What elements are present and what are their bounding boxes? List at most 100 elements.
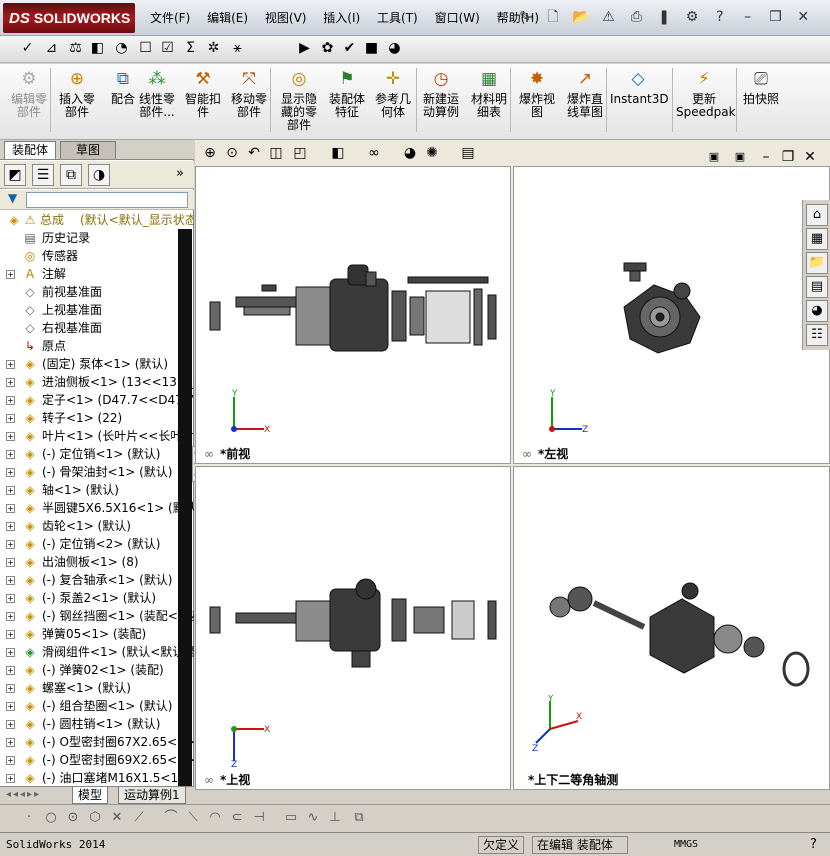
viewport-close-icon[interactable]: ✕ [801,148,819,166]
tree-item[interactable]: + ◈ (-) 骨架油封<1> (默认) [0,463,194,481]
minimize-icon[interactable]: – [739,8,757,26]
expand-toggle-icon[interactable]: + [6,576,15,585]
tree-item[interactable]: + ◈ 定子<1> (D47.7<<D47.7>_外 [0,391,194,409]
tab-motion-study[interactable]: 运动算例1 [118,787,186,804]
tree-item[interactable]: + ◈ (-) 定位销<2> (默认) [0,535,194,553]
expand-toggle-icon[interactable]: + [6,432,15,441]
status-units[interactable]: MMGS [670,836,702,854]
restore-icon[interactable]: ❐ [766,8,784,26]
tree-item[interactable]: + ◈ 出油侧板<1> (8) [0,553,194,571]
rectangle-icon[interactable]: ▭ [282,809,300,827]
expand-toggle-icon[interactable]: + [6,396,15,405]
tree-item[interactable]: + ◈ 进油侧板<1> (13<<13>_外观 [0,373,194,391]
clearance-icon[interactable]: ✲ [204,39,223,58]
pin-icon[interactable]: ✎ [516,8,534,26]
tree-item[interactable]: + ◈ (-) 钢丝挡圈<1> (装配<<装 [0,607,194,625]
tree-item[interactable]: + ◈ 螺塞<1> (默认) [0,679,194,697]
quick-snap-icon[interactable]: ⧉ [350,809,368,827]
edit-appearance-icon[interactable]: ◕ [401,144,419,162]
large-assembly-icon[interactable]: ▶ [295,39,314,58]
tree-item[interactable]: + ◈ (-) 复合轴承<1> (默认) [0,571,194,589]
viewport-restore-icon[interactable]: ❐ [779,148,797,166]
expand-toggle-icon[interactable]: + [6,468,15,477]
command-reference-geometry-button[interactable]: ✛ 参考几 何体 [370,68,416,119]
expand-toggle-icon[interactable]: + [6,378,15,387]
expand-chevron-icon[interactable]: » [176,166,184,181]
tree-item[interactable]: ▤ 历史记录 [0,229,194,247]
slot-icon[interactable]: ⊂ [228,809,246,827]
viewport-dual-icon[interactable]: ▣ [731,148,749,166]
tree-item[interactable]: ◇ 右视基准面 [0,319,194,337]
assembly-visualization-icon[interactable]: ✿ [318,39,337,58]
tab-sketch[interactable]: 草图 [60,141,116,159]
command-linear-pattern-button[interactable]: ⁂ 线性零 部件... [134,68,180,119]
appearance-icon[interactable]: ◕ [385,39,404,58]
tree-item[interactable]: + A 注解 [0,265,194,283]
property-manager-tab-icon[interactable]: ☰ [32,164,54,186]
menu-window[interactable]: 窗口(W) [435,9,480,26]
viewport-single-icon[interactable]: ▣ [705,148,723,166]
command-insert-component-button[interactable]: ⊕ 插入零 部件 [54,68,100,119]
tree-item[interactable]: + ◈ (-) O型密封圈69X2.65<1> [0,751,194,769]
viewport-minimize-icon[interactable]: – [757,148,775,166]
solidworks-logo[interactable]: DS SOLIDWORKS [3,3,135,33]
tab-model[interactable]: 模型 [72,787,109,804]
target-icon[interactable]: ⊙ [64,809,82,827]
tree-item[interactable]: ↳ 原点 [0,337,194,355]
menu-file[interactable]: 文件(F) [150,9,190,26]
check-mark-icon[interactable]: ✔ [340,39,359,58]
spellcheck-icon[interactable]: ✓ [18,39,37,58]
previous-view-icon[interactable]: ↶ [245,144,263,162]
expand-toggle-icon[interactable]: + [6,558,15,567]
hole-alignment-icon[interactable]: ⚹ [228,39,247,58]
menu-insert[interactable]: 插入(I) [323,9,360,26]
circle-icon[interactable]: ○ [42,809,60,827]
new-document-icon[interactable]: 🗋 [544,8,562,26]
custom-properties-icon[interactable]: ☷ [806,324,828,346]
command-assembly-feature-button[interactable]: ⚑ 装配体 特征 [324,68,370,119]
polygon-icon[interactable]: ⬡ [86,809,104,827]
tree-item[interactable]: + ◈ (-) 圆柱销<1> (默认) [0,715,194,733]
tab-scroll-arrows-icon[interactable]: ◂◂◂▸▸ [6,789,41,800]
arc-icon[interactable]: ◠ [206,809,224,827]
display-manager-tab-icon[interactable]: ◑ [88,164,110,186]
viewport-front[interactable]: Y X ∞ *前视 [195,166,511,464]
filter-input[interactable] [26,192,188,208]
open-folder-icon[interactable]: 📂 [572,8,590,26]
mirror-icon[interactable]: ⟋ [130,809,148,827]
expand-toggle-icon[interactable]: + [6,774,15,783]
command-smart-fastener-button[interactable]: ⚒ 智能扣 件 [180,68,226,119]
command-move-component-button[interactable]: ⤧ 移动零 部件 [226,68,272,119]
sketch-point-icon[interactable]: · [20,809,38,827]
help-icon[interactable]: ? [711,8,729,26]
expand-toggle-icon[interactable]: + [6,594,15,603]
help-icon[interactable]: ? [806,836,821,854]
relation-icon[interactable]: ⊥ [326,809,344,827]
close-icon[interactable]: ✕ [794,8,812,26]
command-speedpak-button[interactable]: ⚡ 更新 Speedpak [676,68,736,119]
tree-item[interactable]: + ◈ (-) 组合垫圈<1> (默认) [0,697,194,715]
tab-assembly[interactable]: 装配体 [4,141,57,159]
hide-show-icon[interactable]: ∞ [365,144,383,162]
tree-item[interactable]: + ◈ (固定) 泵体<1> (默认) [0,355,194,373]
tree-item[interactable]: + ◈ 滑阀组件<1> (默认<默认_显 [0,643,194,661]
expand-toggle-icon[interactable]: + [6,504,15,513]
expand-toggle-icon[interactable]: + [6,630,15,639]
tree-item[interactable]: + ◈ (-) O型密封圈67X2.65<2> [0,733,194,751]
tree-item[interactable]: + ◈ (-) 定位销<1> (默认) [0,445,194,463]
graphics-area[interactable]: ⊕ ⊙ ↶ ◫ ◰ ◧ ∞ ◕ ✺ ▤ ▣ ▣ – ❐ ✕ Y X ∞ *前视 … [195,140,830,790]
tree-item[interactable]: ◎ 传感器 [0,247,194,265]
line-icon[interactable]: ⟍ [184,809,202,827]
check-icon[interactable]: ☐ [136,39,155,58]
tree-item[interactable]: + ◈ (-) 油口塞堵M16X1.5<1> [0,769,194,786]
expand-toggle-icon[interactable]: + [6,648,15,657]
print-icon[interactable]: ⎙ [627,8,645,26]
tree-root[interactable]: ◈ ⚠ 总成 (默认<默认_显示状态 [0,211,194,229]
tree-item[interactable]: + ◈ 弹簧05<1> (装配) [0,625,194,643]
menu-view[interactable]: 视图(V) [265,9,307,26]
view-orientation-icon[interactable]: ◰ [291,144,309,162]
filter-icon[interactable]: ▼ [8,191,17,205]
file-explorer-icon[interactable]: 📁 [806,252,828,274]
expand-toggle-icon[interactable]: + [6,522,15,531]
tree-item[interactable]: + ◈ (-) 弹簧02<1> (装配) [0,661,194,679]
